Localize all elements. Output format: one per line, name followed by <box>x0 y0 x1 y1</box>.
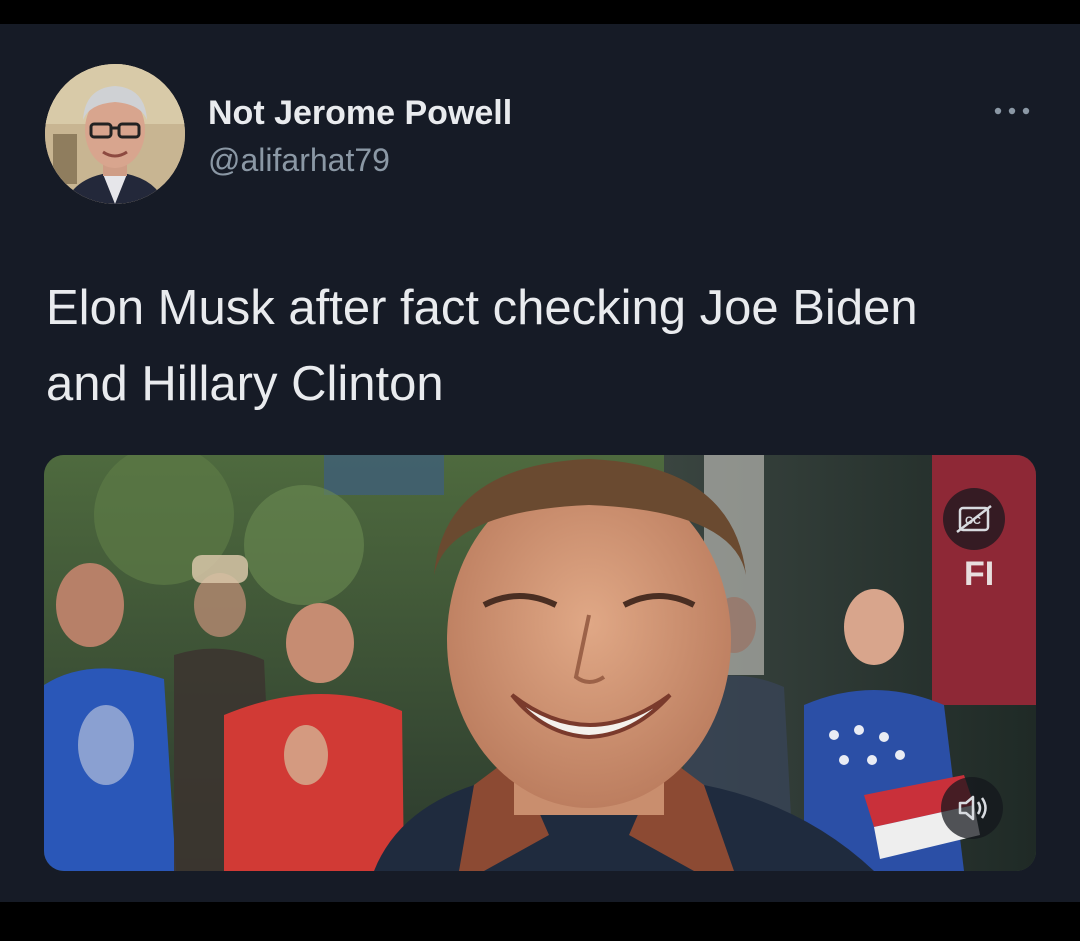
tweet-text: Elon Musk after fact checking Joe Biden … <box>46 281 918 411</box>
volume-icon[interactable] <box>941 777 1003 839</box>
more-horizontal-icon[interactable] <box>990 96 1034 126</box>
user-avatar[interactable] <box>45 64 185 204</box>
video-frame: FI <box>44 455 1036 871</box>
svg-text:FI: FI <box>964 555 994 593</box>
tweet-video[interactable]: FI <box>44 455 1036 871</box>
author-handle[interactable]: @alifarhat79 <box>208 142 390 179</box>
author-display-name[interactable]: Not Jerome Powell <box>208 94 512 133</box>
avatar-image <box>45 64 185 204</box>
tweet-card: Not Jerome Powell @alifarhat79 Elon Musk… <box>0 24 1080 902</box>
captions-icon[interactable]: CC <box>943 488 1005 550</box>
